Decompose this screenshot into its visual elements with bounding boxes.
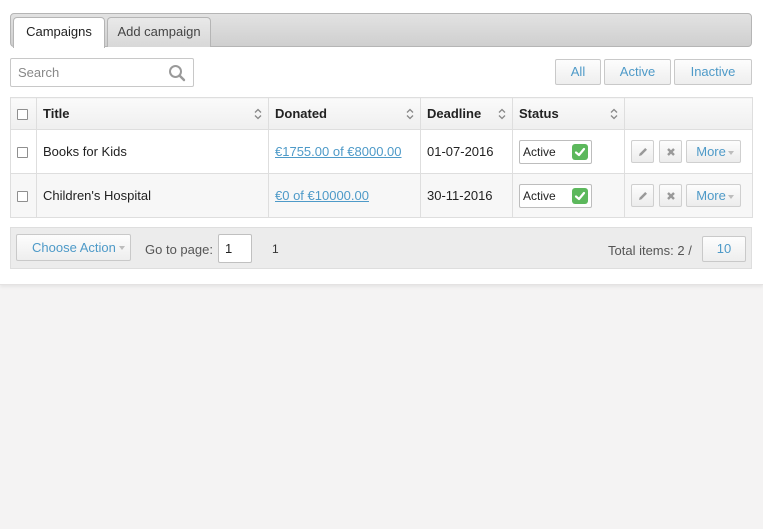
- status-toggle[interactable]: Active: [519, 183, 592, 208]
- go-to-page-label: Go to page:: [145, 242, 213, 257]
- donated-cell: €1755.00 of €8000.00: [268, 129, 421, 174]
- select-all-checkbox[interactable]: [17, 109, 28, 121]
- column-title-label: Title: [43, 106, 70, 121]
- status-label: Active: [523, 144, 556, 159]
- chevron-down-icon: [119, 246, 125, 250]
- more-button[interactable]: More: [686, 184, 742, 207]
- actions-cell: More: [624, 173, 753, 218]
- choose-action-dropdown[interactable]: Choose Action: [16, 234, 131, 261]
- table-header-row: Title Donated Deadline Status: [10, 97, 753, 130]
- campaign-title: Children's Hospital: [36, 173, 269, 218]
- pencil-icon: [639, 148, 647, 156]
- checkmark-icon: [572, 143, 588, 160]
- filter-active-button[interactable]: Active: [604, 59, 671, 85]
- row-checkbox[interactable]: [17, 147, 28, 159]
- sort-icon[interactable]: [406, 108, 414, 120]
- status-cell: Active: [512, 129, 625, 174]
- more-label: More: [696, 144, 726, 159]
- column-deadline-label: Deadline: [427, 106, 482, 121]
- column-header-status[interactable]: Status: [512, 97, 625, 130]
- column-header-deadline[interactable]: Deadline: [420, 97, 513, 130]
- pencil-icon: [639, 192, 647, 200]
- row-select-cell: [10, 129, 37, 174]
- checkmark-icon: [572, 187, 588, 204]
- tab-add-campaign[interactable]: Add campaign: [107, 17, 211, 47]
- table-row: Books for Kids €1755.00 of €8000.00 01-0…: [10, 129, 753, 174]
- sort-icon[interactable]: [610, 108, 618, 120]
- sort-icon[interactable]: [498, 108, 506, 120]
- status-toggle[interactable]: Active: [519, 139, 592, 164]
- more-button[interactable]: More: [686, 140, 742, 163]
- column-header-actions: [624, 97, 753, 130]
- items-per-page-button[interactable]: 10: [702, 236, 746, 262]
- deadline: 30-11-2016: [420, 173, 513, 218]
- column-header-donated[interactable]: Donated: [268, 97, 421, 130]
- campaigns-panel: Campaigns Add campaign All Active Inacti…: [0, 0, 763, 285]
- edit-button[interactable]: [631, 140, 654, 163]
- tab-campaigns[interactable]: Campaigns: [13, 17, 105, 48]
- close-icon: [666, 192, 675, 200]
- deadline: 01-07-2016: [420, 129, 513, 174]
- filter-all-button[interactable]: All: [555, 59, 601, 85]
- choose-action-label: Choose Action: [32, 240, 116, 255]
- header-select-cell: [10, 97, 37, 130]
- more-label: More: [696, 188, 726, 203]
- donated-link[interactable]: €0 of €10000.00: [275, 188, 369, 203]
- column-header-title[interactable]: Title: [36, 97, 269, 130]
- total-items-label: Total items: 2 /: [608, 243, 692, 258]
- chevron-down-icon: [728, 151, 735, 155]
- filter-inactive-button[interactable]: Inactive: [674, 59, 752, 85]
- table-row: Children's Hospital €0 of €10000.00 30-1…: [10, 173, 753, 218]
- tab-bar: Campaigns Add campaign: [10, 13, 752, 48]
- chevron-down-icon: [728, 195, 735, 199]
- page-input[interactable]: [218, 234, 252, 263]
- row-select-cell: [10, 173, 37, 218]
- donated-link[interactable]: €1755.00 of €8000.00: [275, 144, 402, 159]
- delete-button[interactable]: [658, 184, 682, 207]
- campaign-title: Books for Kids: [36, 129, 269, 174]
- close-icon: [666, 148, 675, 156]
- donated-cell: €0 of €10000.00: [268, 173, 421, 218]
- column-status-label: Status: [519, 106, 559, 121]
- sort-icon[interactable]: [254, 108, 262, 120]
- search-input[interactable]: [11, 59, 161, 86]
- status-cell: Active: [512, 173, 625, 218]
- delete-button[interactable]: [658, 140, 682, 163]
- actions-cell: More: [624, 129, 753, 174]
- table-footer: Choose Action Go to page: 1 Total items:…: [10, 227, 752, 269]
- campaigns-table: Title Donated Deadline Status Books for …: [10, 97, 753, 218]
- search-icon[interactable]: [168, 64, 186, 82]
- edit-button[interactable]: [631, 184, 654, 207]
- column-donated-label: Donated: [275, 106, 327, 121]
- page-link[interactable]: 1: [272, 242, 279, 256]
- row-checkbox[interactable]: [17, 191, 28, 203]
- search-box: [10, 58, 194, 87]
- status-label: Active: [523, 188, 556, 203]
